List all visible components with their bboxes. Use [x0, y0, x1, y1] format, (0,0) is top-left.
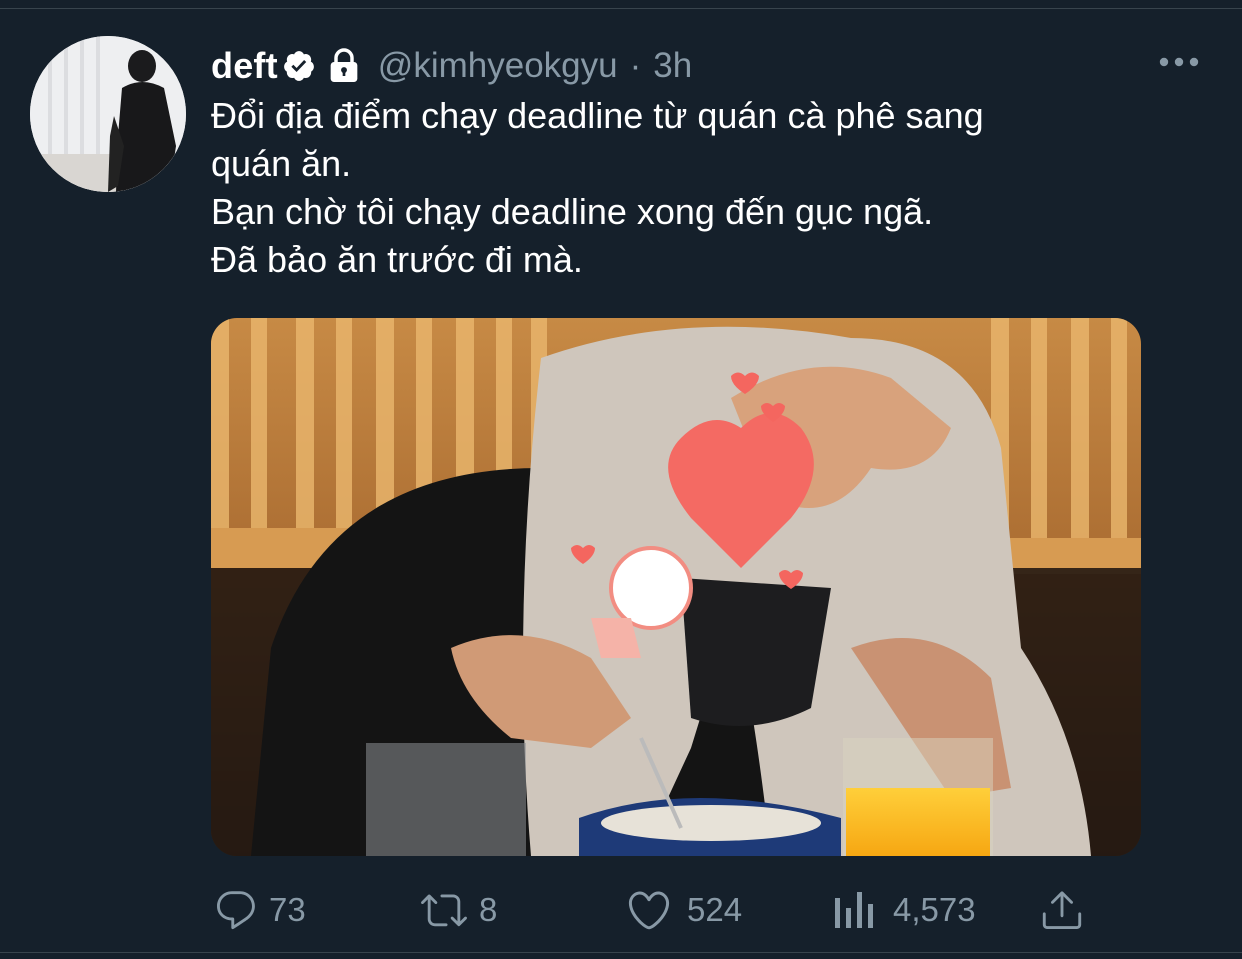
lock-icon: [328, 48, 360, 84]
tweet-header: deft @kimhyeokgyu · 3h: [211, 42, 692, 90]
retweet-button[interactable]: 8: [415, 880, 497, 940]
analytics-icon: [835, 892, 873, 928]
tweet-media-photo[interactable]: [211, 318, 1141, 856]
reply-count: 73: [269, 891, 306, 928]
retweet-count: 8: [479, 891, 498, 928]
reply-button[interactable]: 73: [213, 880, 306, 940]
share-button[interactable]: [1039, 880, 1085, 940]
photo-image: [211, 318, 1141, 856]
tweet-text-line: quán ăn.: [211, 143, 352, 184]
reply-icon: [217, 891, 255, 930]
user-handle[interactable]: @kimhyeokgyu: [378, 46, 618, 86]
timestamp[interactable]: 3h: [653, 46, 692, 86]
like-button[interactable]: 524: [625, 880, 742, 940]
more-icon[interactable]: [1158, 50, 1200, 74]
share-icon: [1042, 891, 1082, 930]
tweet-text-line: Đã bảo ăn trước đi mà.: [211, 239, 583, 280]
views-button[interactable]: 4,573: [833, 880, 976, 940]
verified-badge-icon: [282, 49, 316, 83]
avatar[interactable]: [30, 36, 186, 192]
like-count: 524: [687, 891, 743, 928]
top-divider: [0, 0, 1242, 9]
display-name[interactable]: deft: [211, 45, 278, 87]
tweet-text-line: Bạn chờ tôi chạy deadline xong đến gục n…: [211, 191, 934, 232]
tweet-actions: 73 8 524 4,573: [211, 880, 1111, 940]
heart-icon: [628, 891, 670, 930]
separator-dot: ·: [629, 46, 642, 85]
views-count: 4,573: [893, 891, 976, 928]
retweet-icon: [421, 894, 467, 927]
tweet-text-line: Đổi địa điểm chạy deadline từ quán cà ph…: [211, 95, 984, 136]
bottom-divider: [0, 952, 1242, 953]
tweet-text: Đổi địa điểm chạy deadline từ quán cà ph…: [211, 92, 1171, 284]
avatar-image: [30, 36, 186, 192]
